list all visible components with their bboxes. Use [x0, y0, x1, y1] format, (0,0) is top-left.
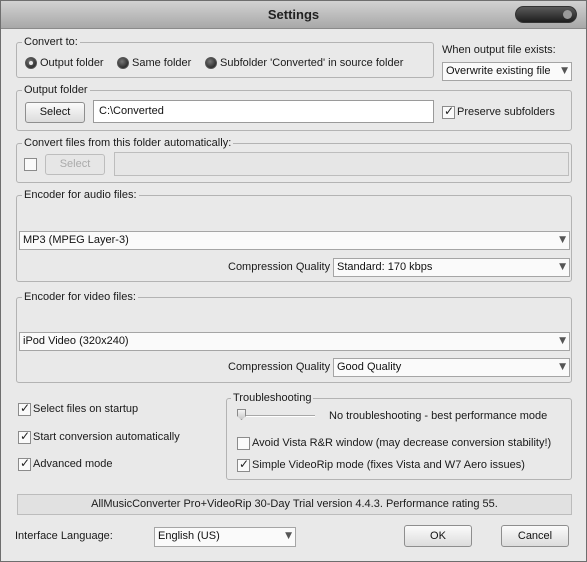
chevron-down-icon: ▼	[561, 66, 568, 76]
chevron-down-icon: ▼	[559, 235, 566, 245]
radio-subfolder-converted[interactable]	[205, 57, 217, 69]
interface-language-value: English (US)	[158, 530, 220, 542]
advanced-mode-label[interactable]: Advanced mode	[33, 458, 113, 470]
window-title: Settings	[267, 7, 320, 22]
status-bar: AllMusicConverter Pro+VideoRip 30-Day Tr…	[17, 494, 572, 515]
audio-encoder-legend: Encoder for audio files:	[22, 189, 139, 201]
avoid-vista-label[interactable]: Avoid Vista R&R window (may decrease con…	[252, 437, 551, 449]
auto-convert-checkbox[interactable]	[24, 158, 37, 171]
audio-quality-label: Compression Quality	[228, 261, 331, 273]
close-icon	[563, 10, 572, 19]
audio-encoder-select[interactable]: MP3 (MPEG Layer-3) ▼	[19, 231, 570, 250]
output-exists-select[interactable]: Overwrite existing file ▼	[442, 62, 572, 81]
cancel-button[interactable]: Cancel	[501, 525, 569, 547]
video-encoder-legend: Encoder for video files:	[22, 291, 138, 303]
video-quality-label: Compression Quality	[228, 361, 331, 373]
auto-convert-legend: Convert files from this folder automatic…	[22, 137, 234, 149]
select-files-startup-checkbox[interactable]	[18, 401, 31, 416]
audio-encoder-value: MP3 (MPEG Layer-3)	[23, 234, 129, 246]
troubleshooting-legend: Troubleshooting	[231, 392, 314, 404]
auto-convert-path-input[interactable]	[114, 152, 569, 176]
ok-button[interactable]: OK	[404, 525, 472, 547]
output-folder-select-button[interactable]: Select	[25, 102, 85, 123]
radio-subfolder-converted-label[interactable]: Subfolder 'Converted' in source folder	[220, 57, 403, 69]
interface-language-select[interactable]: English (US) ▼	[154, 527, 296, 547]
chevron-down-icon: ▼	[559, 336, 566, 346]
close-button[interactable]	[515, 6, 577, 23]
simple-videorip-label[interactable]: Simple VideoRip mode (fixes Vista and W7…	[252, 459, 525, 471]
video-encoder-value: iPod Video (320x240)	[23, 335, 129, 347]
select-files-startup-label[interactable]: Select files on startup	[33, 403, 138, 415]
video-encoder-select[interactable]: iPod Video (320x240) ▼	[19, 332, 570, 351]
start-auto-checkbox[interactable]	[18, 429, 31, 444]
chevron-down-icon: ▼	[285, 531, 292, 541]
radio-output-folder[interactable]	[25, 57, 37, 69]
audio-quality-select[interactable]: Standard: 170 kbps ▼	[333, 258, 570, 277]
video-quality-value: Good Quality	[337, 361, 402, 373]
start-auto-label[interactable]: Start conversion automatically	[33, 431, 180, 443]
chevron-down-icon: ▼	[559, 262, 566, 272]
auto-convert-select-button[interactable]: Select	[45, 154, 105, 175]
video-quality-select[interactable]: Good Quality ▼	[333, 358, 570, 377]
audio-quality-value: Standard: 170 kbps	[337, 261, 433, 273]
radio-same-folder[interactable]	[117, 57, 129, 69]
output-folder-legend: Output folder	[22, 84, 90, 96]
convert-to-legend: Convert to:	[22, 36, 80, 48]
troubleshooting-slider-track[interactable]	[237, 415, 315, 417]
output-exists-value: Overwrite existing file	[446, 65, 551, 77]
output-exists-label: When output file exists:	[442, 44, 556, 56]
output-folder-path-input[interactable]: C:\Converted	[93, 100, 434, 123]
simple-videorip-checkbox[interactable]	[237, 457, 250, 472]
title-bar[interactable]: Settings	[1, 1, 586, 29]
avoid-vista-checkbox[interactable]	[237, 437, 250, 450]
chevron-down-icon: ▼	[559, 362, 566, 372]
radio-output-folder-label[interactable]: Output folder	[40, 57, 104, 69]
preserve-subfolders-checkbox[interactable]	[442, 104, 455, 119]
interface-language-label: Interface Language:	[15, 530, 113, 542]
settings-window: Settings Convert to: Output folder Same …	[0, 0, 587, 562]
troubleshooting-slider-label: No troubleshooting - best performance mo…	[329, 410, 548, 422]
radio-same-folder-label[interactable]: Same folder	[132, 57, 191, 69]
preserve-subfolders-label[interactable]: Preserve subfolders	[457, 106, 555, 118]
advanced-mode-checkbox[interactable]	[18, 456, 31, 471]
